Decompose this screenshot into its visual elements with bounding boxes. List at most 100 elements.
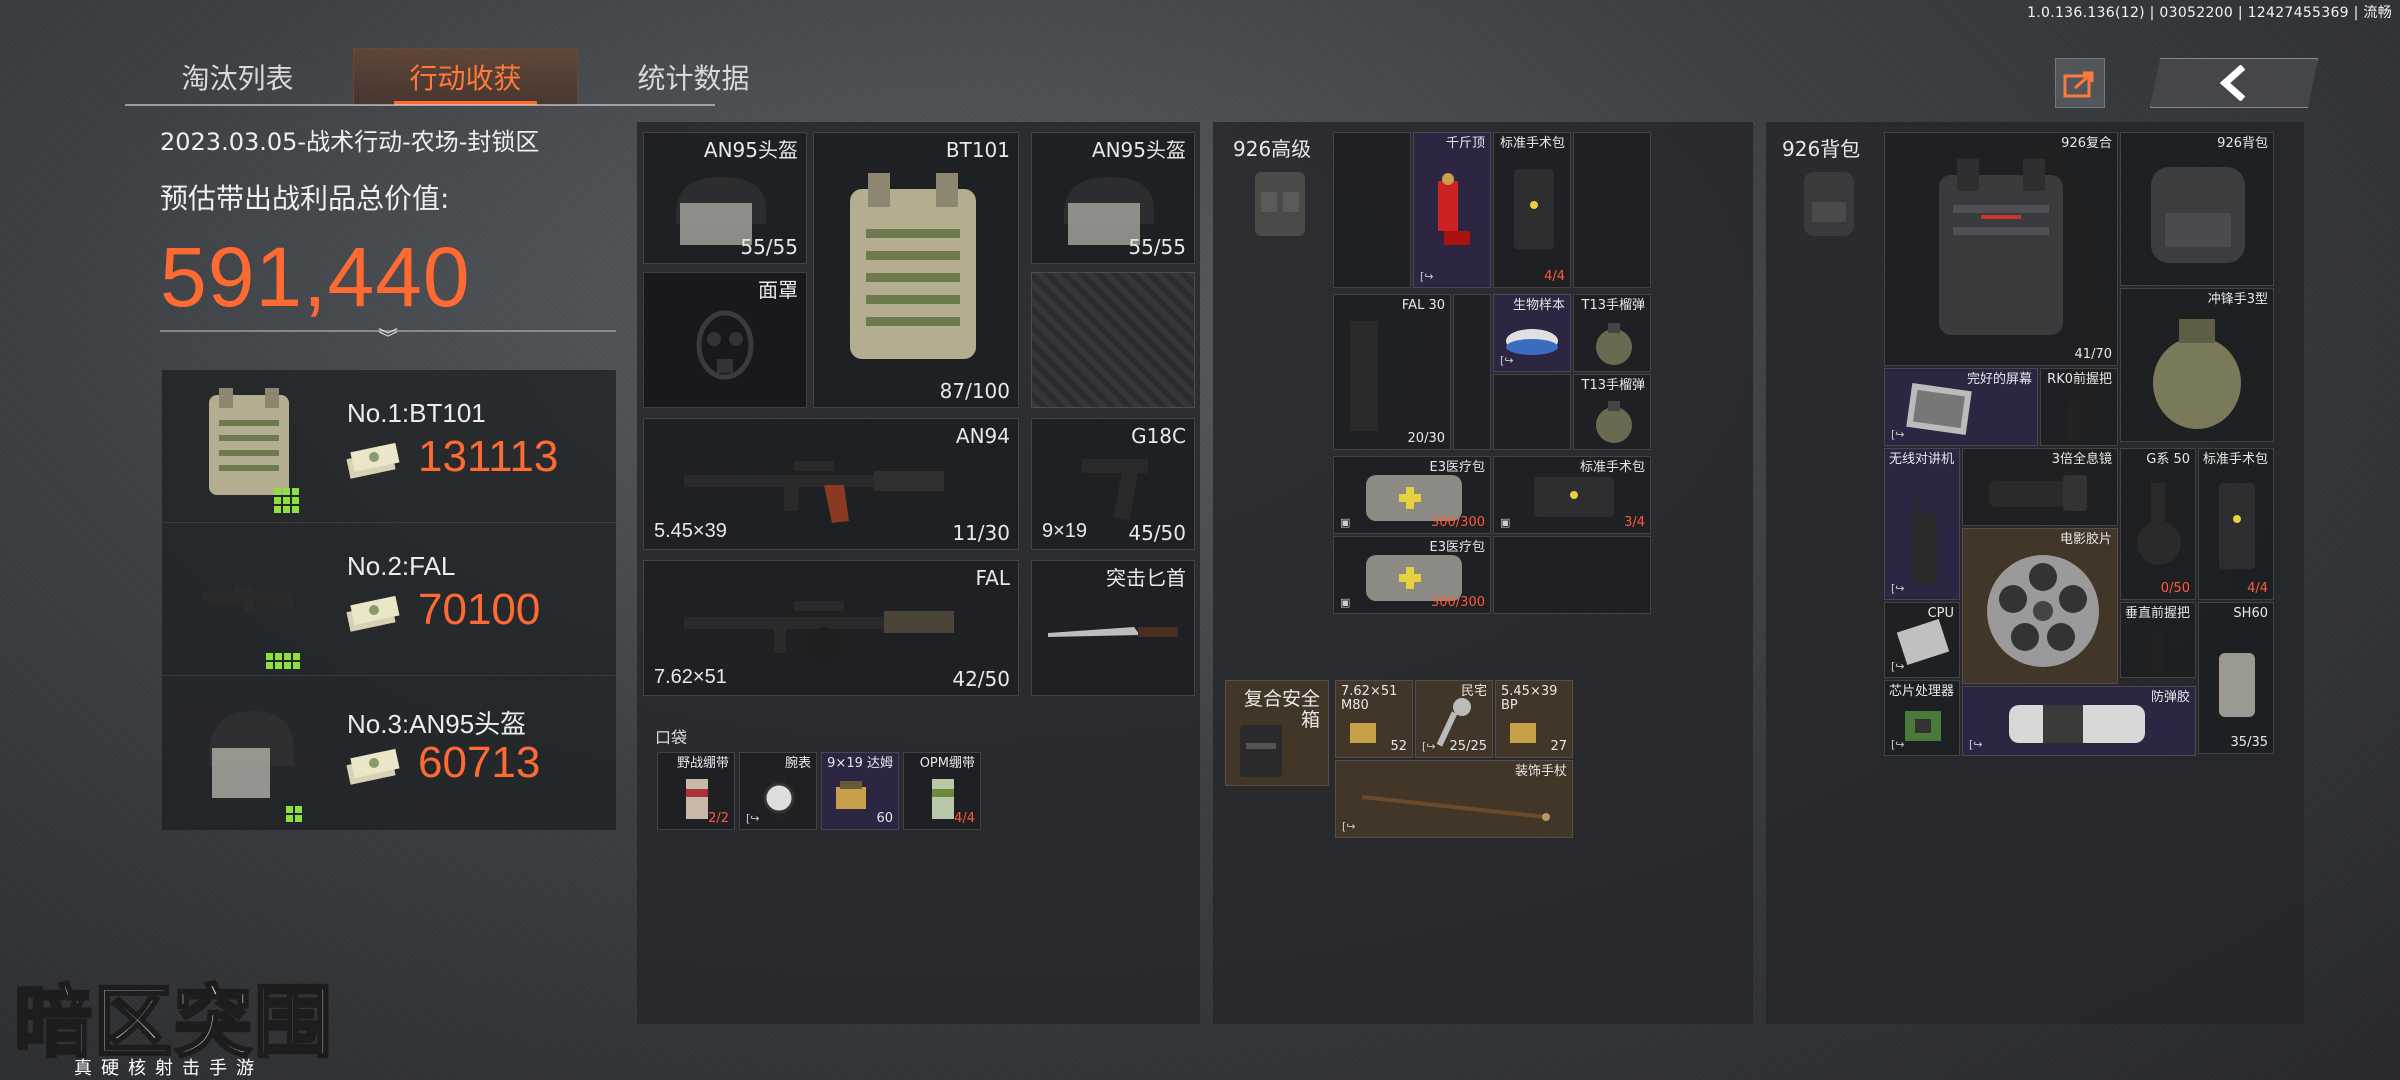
backpack-item[interactable]: 926复合 41/70 — [1884, 132, 2118, 366]
top-item-name: No.3:AN95头盔 — [347, 709, 527, 739]
primary-weapon-slot[interactable]: AN94 5.45×39 11/30 — [643, 418, 1019, 550]
item-label: 千斤顶 — [1445, 136, 1485, 151]
knife-icon — [1048, 627, 1178, 637]
transfer-icon: [↪ — [1969, 738, 1983, 751]
helmet-slot-right[interactable]: AN95头盔 55/55 — [1031, 132, 1195, 264]
top-item-row[interactable]: No.3:AN95头盔 60713 — [162, 676, 616, 829]
chip-icon — [1905, 711, 1941, 741]
item-label: 无线对讲机 — [1888, 452, 1954, 467]
ammo-count: 45/50 — [1128, 521, 1186, 545]
slot-count: 55/55 — [1128, 235, 1186, 259]
rig-item[interactable]: 标准手术包 4/4 — [1493, 132, 1571, 288]
melee-slot[interactable]: 突击匕首 — [1031, 560, 1195, 696]
caliber: 7.62×51 — [654, 666, 727, 688]
backpack-item[interactable]: 电影胶片 — [1962, 528, 2118, 684]
rig-item[interactable]: T13手榴弹 — [1573, 294, 1651, 372]
item-label: 野战绷带 — [676, 756, 729, 771]
tab-statistics[interactable]: 统计数据 — [581, 48, 806, 106]
item-count: 25/25 — [1449, 739, 1487, 754]
backpack-icon — [2151, 167, 2245, 263]
secondary-weapon-slot[interactable]: FAL 7.62×51 42/50 — [643, 560, 1019, 696]
bag-icon: ▣ — [1340, 516, 1351, 529]
item-label: 腕表 — [784, 756, 811, 771]
tab-action-harvest[interactable]: 行动收获 — [353, 48, 578, 106]
secure-container-slot[interactable]: 复合安全箱 — [1225, 680, 1329, 786]
rig-item[interactable]: 标准手术包 ▣ 3/4 — [1493, 456, 1651, 534]
caliber: 9×19 — [1042, 520, 1088, 542]
rig-cell[interactable] — [1333, 132, 1411, 288]
slot-label: 面罩 — [758, 278, 798, 302]
transfer-icon: [↪ — [1891, 738, 1905, 751]
top-item-row[interactable]: No.2:FAL 70100 — [162, 523, 616, 676]
top-item-name: No.1:BT101 — [347, 398, 486, 428]
top-items-list: No.1:BT101 131113 No.2:FAL 70100 No.3:AN… — [162, 370, 616, 830]
caliber: 5.45×39 — [654, 520, 727, 542]
rig-item[interactable]: FAL 30 20/30 — [1333, 294, 1451, 450]
share-button[interactable] — [2055, 58, 2105, 108]
armor-vest-icon — [850, 173, 976, 359]
sample-dish-icon — [1506, 329, 1558, 355]
backpack-icon-slot[interactable]: 926背包 — [1774, 132, 1878, 246]
mask-slot[interactable]: 面罩 — [643, 272, 807, 408]
backpack-item[interactable]: G系 50 0/50 — [2120, 448, 2196, 600]
watch-icon — [763, 775, 795, 821]
rig-cell[interactable] — [1493, 374, 1571, 450]
empty-slot[interactable] — [1031, 272, 1195, 408]
backpack-item[interactable]: 防弹胶 [↪ — [1962, 686, 2196, 756]
backpack-item[interactable]: CPU [↪ — [1884, 602, 1960, 678]
pocket-item[interactable]: 9×19 达姆 60 — [821, 752, 899, 830]
version-info: 1.0.136.136(12) | 03052200 | 12427455369… — [2027, 5, 2392, 21]
rig-item[interactable]: E3医疗包 ▣ 300/300 — [1333, 456, 1491, 534]
secure-item[interactable]: 装饰手杖 [↪ — [1335, 760, 1573, 838]
backpack-item[interactable]: 垂直前握把 — [2120, 602, 2196, 678]
double-chevron-down-icon[interactable]: ︾ — [378, 322, 398, 351]
item-count: 0/50 — [2160, 581, 2190, 596]
armor-vest-icon — [1939, 159, 2063, 335]
screen-icon — [1906, 383, 1972, 435]
backpack-item[interactable]: 标准手术包 4/4 — [2198, 448, 2274, 600]
backpack-item[interactable]: 926背包 — [2120, 132, 2274, 286]
backpack-item[interactable]: 冲锋手3型 — [2120, 288, 2274, 442]
backpack-item[interactable]: RK0前握把 — [2040, 368, 2118, 446]
radio-icon — [1911, 493, 1937, 583]
backpack-icon — [1804, 172, 1854, 236]
rig-cell[interactable] — [1453, 294, 1491, 450]
transfer-icon: [↪ — [1891, 660, 1905, 673]
rig-item[interactable]: E3医疗包 ▣ 300/300 — [1333, 536, 1491, 614]
back-button[interactable] — [2150, 58, 2318, 108]
tab-elimination-list[interactable]: 淘汰列表 — [125, 48, 350, 106]
grid-size-icon — [266, 653, 300, 669]
rig-item[interactable]: 生物样本 [↪ — [1493, 294, 1571, 372]
backpack-item[interactable]: SH60 35/35 — [2198, 602, 2274, 754]
ammo-box-icon — [1510, 723, 1536, 743]
secure-item[interactable]: 7.62×51 M80 52 — [1335, 680, 1413, 758]
backpack-item[interactable]: 3倍全息镜 — [1962, 448, 2118, 526]
rig-item[interactable]: T13手榴弹 — [1573, 374, 1651, 450]
backpack-item[interactable]: 无线对讲机 [↪ — [1884, 448, 1960, 600]
pocket-item[interactable]: OPM绷带 4/4 — [903, 752, 981, 830]
sidearm-slot[interactable]: G18C 9×19 45/50 — [1031, 418, 1195, 550]
rig-icon-slot[interactable]: 926高级 — [1225, 132, 1329, 246]
transfer-icon: [↪ — [746, 812, 760, 825]
transfer-icon: [↪ — [1891, 428, 1905, 441]
cash-icon — [346, 595, 400, 632]
armor-slot[interactable]: BT101 87/100 — [813, 132, 1019, 408]
backpack-item[interactable]: 完好的屏幕 [↪ — [1884, 368, 2038, 446]
scope-icon — [1989, 475, 2087, 511]
top-item-row[interactable]: No.1:BT101 131113 — [162, 370, 616, 523]
grip-icon — [2067, 401, 2081, 441]
secure-item[interactable]: 5.45×39 BP 27 — [1495, 680, 1573, 758]
rig-title: 926高级 — [1233, 137, 1312, 161]
rig-cell[interactable] — [1573, 132, 1651, 288]
helmet-slot-left[interactable]: AN95头盔 55/55 — [643, 132, 807, 264]
backpack-item[interactable]: 芯片处理器 [↪ — [1884, 680, 1960, 756]
value-label: 预估带出战利品总价值: — [160, 182, 450, 215]
rig-item[interactable]: 千斤顶 [↪ — [1413, 132, 1491, 288]
rig-cell[interactable] — [1493, 536, 1651, 614]
top-item-value: 70100 — [418, 585, 541, 634]
secure-item[interactable]: 民宅 [↪ 25/25 — [1415, 680, 1493, 758]
grip-icon — [2151, 633, 2163, 673]
pocket-item[interactable]: 野战绷带 2/2 — [657, 752, 735, 830]
drum-magazine-icon — [2137, 483, 2181, 565]
pocket-item[interactable]: 腕表 [↪ — [739, 752, 817, 830]
